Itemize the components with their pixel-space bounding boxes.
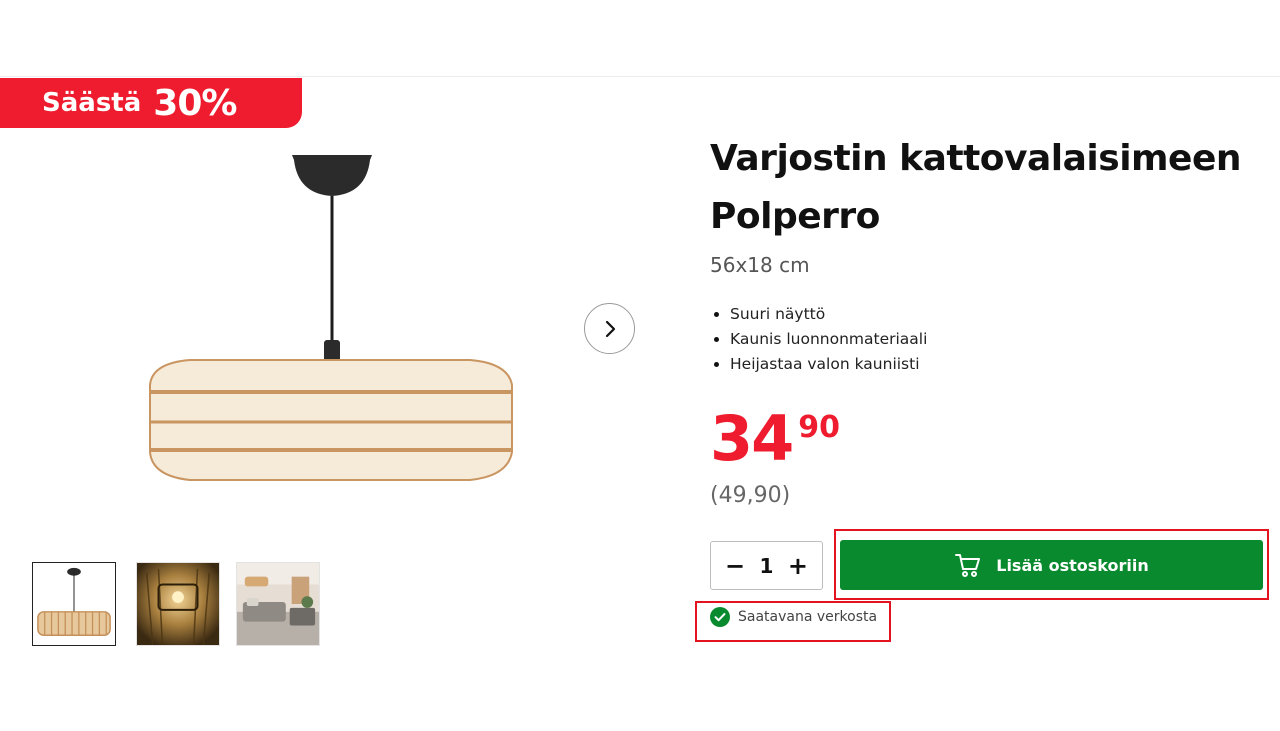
product-size: 56x18 cm (710, 253, 810, 277)
check-circle-icon (710, 607, 730, 627)
price-euros: 34 (710, 402, 794, 475)
quantity-stepper: − 1 + (710, 541, 823, 590)
chevron-right-icon (605, 320, 615, 337)
current-price: 34 90 (710, 405, 840, 473)
shopping-cart-icon (955, 554, 981, 577)
feature-text: Suuri näyttö (730, 305, 826, 323)
quantity-increase-button[interactable]: + (788, 554, 808, 578)
add-to-cart-button[interactable]: Lisää ostoskoriin (840, 540, 1263, 590)
discount-percent: 30% (153, 82, 237, 124)
thumbnail-lit-lamp[interactable] (136, 562, 220, 646)
discount-label: Säästä (42, 88, 142, 118)
price-cents: 90 (798, 410, 841, 445)
feature-text: Kaunis luonnonmateriaali (730, 330, 928, 348)
bullet-icon (714, 312, 719, 317)
stock-status: Saatavana verkosta (710, 607, 877, 627)
feature-text: Heijastaa valon kauniisti (730, 355, 920, 373)
discount-badge: Säästä 30% (0, 78, 302, 128)
feature-item: Suuri näyttö (714, 302, 927, 327)
add-to-cart-label: Lisää ostoskoriin (996, 555, 1149, 575)
product-main-image (130, 150, 530, 490)
bullet-icon (714, 362, 719, 367)
original-price: (49,90) (710, 483, 791, 508)
header-divider (0, 76, 1280, 77)
product-title: Varjostin kattovalaisimeen Polperro (710, 138, 1242, 237)
quantity-value[interactable]: 1 (760, 554, 774, 578)
stock-status-label: Saatavana verkosta (738, 609, 878, 625)
feature-item: Heijastaa valon kauniisti (714, 352, 927, 377)
thumbnail-room[interactable] (236, 562, 320, 646)
feature-list: Suuri näyttö Kaunis luonnonmateriaali He… (714, 302, 927, 377)
quantity-decrease-button[interactable]: − (725, 554, 745, 578)
thumbnail-lamp[interactable] (32, 562, 116, 646)
bullet-icon (714, 337, 719, 342)
next-image-button[interactable] (584, 303, 635, 354)
feature-item: Kaunis luonnonmateriaali (714, 327, 927, 352)
